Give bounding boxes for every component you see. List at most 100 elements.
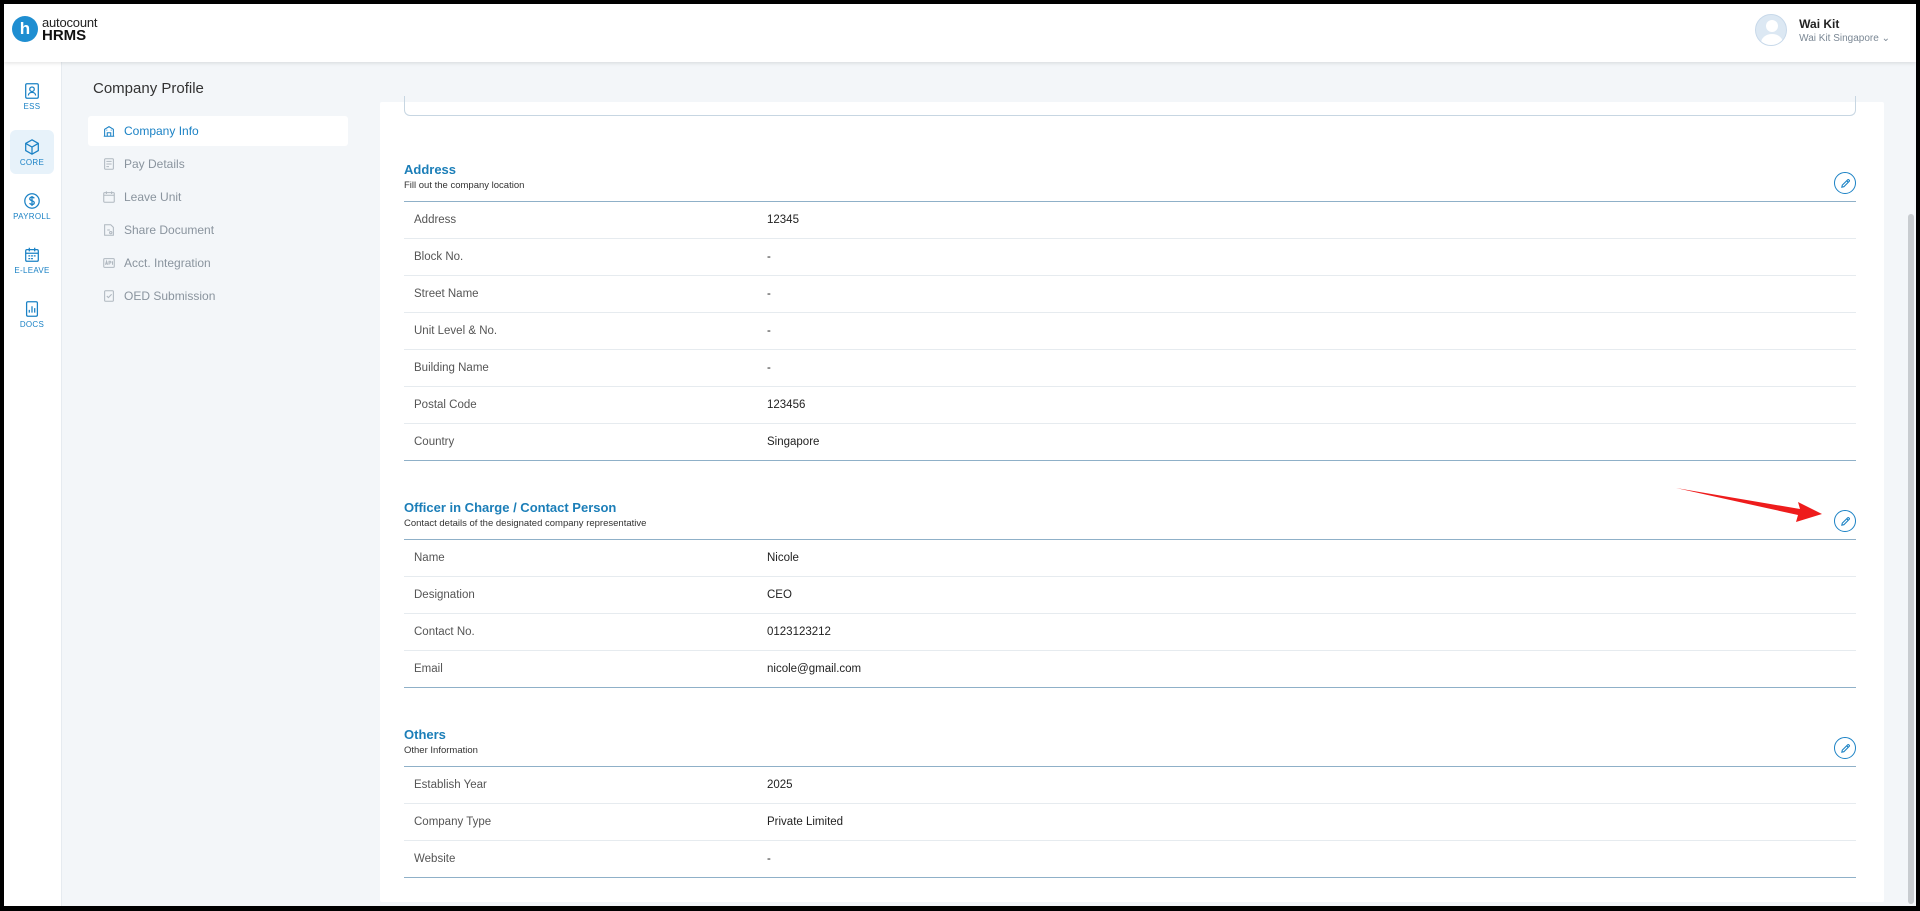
company-profile-submenu: Company Info Pay Details Leave Unit Shar…: [88, 116, 348, 314]
api-icon: [103, 258, 115, 268]
table-row: Contact No. 0123123212: [404, 614, 1856, 651]
row-label: Building Name: [414, 362, 489, 374]
row-value: 123456: [767, 399, 806, 411]
submenu-label: Acct. Integration: [124, 256, 211, 270]
submenu-item-oed-submission[interactable]: OED Submission: [88, 281, 348, 311]
submenu-label: Company Info: [124, 124, 199, 138]
section-title: Address: [404, 162, 457, 177]
row-value: -: [767, 251, 771, 263]
submenu-item-leave-unit[interactable]: Leave Unit: [88, 182, 348, 212]
section-header: Officer in Charge / Contact Person Conta…: [404, 500, 1856, 540]
row-label: Country: [414, 436, 455, 448]
table-row: Website -: [404, 841, 1856, 878]
row-value: Nicole: [767, 552, 799, 564]
table-row: Address 12345: [404, 202, 1856, 239]
pencil-icon: [1840, 178, 1850, 188]
row-value: -: [767, 362, 771, 374]
payroll-icon: [24, 192, 40, 209]
table-row: Building Name -: [404, 350, 1856, 387]
app-logo[interactable]: h autocount HRMS: [12, 16, 98, 44]
rail-item-eleave[interactable]: E-LEAVE: [10, 238, 54, 282]
row-value: Singapore: [767, 436, 820, 448]
row-value: 12345: [767, 214, 799, 226]
others-section: Others Other Information Establish Year 2…: [404, 727, 1856, 878]
previous-section-box: [404, 96, 1856, 116]
page-scrollbar[interactable]: [1908, 214, 1914, 904]
row-label: Name: [414, 552, 445, 564]
ess-icon: [25, 82, 39, 99]
submenu-item-company-info[interactable]: Company Info: [88, 116, 348, 146]
table-row: Country Singapore: [404, 424, 1856, 461]
rail-item-docs[interactable]: DOCS: [10, 292, 54, 336]
row-value: CEO: [767, 589, 792, 601]
row-label: Company Type: [414, 816, 492, 828]
submenu-label: Leave Unit: [124, 190, 182, 204]
row-label: Establish Year: [414, 779, 487, 791]
submission-icon: [104, 290, 114, 302]
submenu-label: OED Submission: [124, 289, 216, 303]
edit-address-button[interactable]: [1834, 172, 1856, 194]
row-label: Address: [414, 214, 457, 226]
others-rows: Establish Year 2025 Company Type Private L…: [404, 767, 1856, 878]
module-rail: ESS CORE PAYROLL E-LEAVE DOCS: [4, 62, 62, 906]
section-header: Address Fill out the company location: [404, 162, 1856, 202]
rail-label: ESS: [23, 101, 41, 111]
submenu-label: Share Document: [124, 223, 215, 237]
row-value: nicole@gmail.com: [767, 663, 862, 675]
user-org[interactable]: Wai Kit Singapore ⌄: [1799, 33, 1890, 44]
row-label: Email: [414, 663, 443, 675]
app-frame: h autocount HRMS Wai Kit Wai Kit Singapo…: [4, 4, 1916, 906]
officer-section: Officer in Charge / Contact Person Conta…: [404, 500, 1856, 688]
pencil-icon: [1840, 516, 1850, 526]
submenu-item-share-document[interactable]: Share Document: [88, 215, 348, 245]
row-label: Contact No.: [414, 626, 475, 638]
row-value: 2025: [767, 779, 793, 791]
row-value: -: [767, 853, 771, 865]
chevron-down-icon: ⌄: [1881, 32, 1890, 44]
pay-icon: [104, 158, 114, 170]
row-label: Designation: [414, 589, 475, 601]
table-row: Block No. -: [404, 239, 1856, 276]
row-label: Website: [414, 853, 456, 865]
logo-product: HRMS: [42, 27, 87, 44]
building-icon: [103, 126, 115, 137]
edit-officer-button[interactable]: [1834, 510, 1856, 532]
address-section: Address Fill out the company location Ad…: [404, 162, 1856, 461]
core-icon: [25, 138, 39, 155]
submenu-item-acct-integration[interactable]: Acct. Integration: [88, 248, 348, 278]
rail-item-payroll[interactable]: PAYROLL: [10, 184, 54, 228]
user-name: Wai Kit: [1799, 16, 1840, 31]
row-value: -: [767, 325, 771, 337]
section-subtitle: Contact details of the designated compan…: [404, 518, 647, 529]
row-label: Postal Code: [414, 399, 477, 411]
section-title: Officer in Charge / Contact Person: [404, 500, 617, 515]
table-row: Establish Year 2025: [404, 767, 1856, 804]
table-row: Street Name -: [404, 276, 1856, 313]
address-rows: Address 12345 Block No. - Street Name - Uni…: [404, 202, 1856, 461]
top-header: h autocount HRMS Wai Kit Wai Kit Singapo…: [4, 4, 1916, 62]
rail-label: DOCS: [19, 319, 45, 329]
officer-rows: Name Nicole Designation CEO Contact No. 012…: [404, 540, 1856, 688]
edit-others-button[interactable]: [1834, 737, 1856, 759]
table-row: Email nicole@gmail.com: [404, 651, 1856, 688]
table-row: Name Nicole: [404, 540, 1856, 577]
company-info-card: Address Fill out the company location Ad…: [380, 96, 1884, 902]
rail-item-core[interactable]: CORE: [10, 130, 54, 174]
table-row: Unit Level & No. -: [404, 313, 1856, 350]
table-row: Postal Code 123456: [404, 387, 1856, 424]
share-doc-icon: [104, 224, 114, 236]
user-menu[interactable]: Wai Kit Wai Kit Singapore ⌄: [1755, 14, 1890, 46]
calendar-icon: [25, 247, 39, 262]
submenu-label: Pay Details: [124, 157, 185, 171]
table-row: Company Type Private Limited: [404, 804, 1856, 841]
row-label: Street Name: [414, 288, 479, 300]
avatar[interactable]: [1755, 14, 1788, 46]
row-value: Private Limited: [767, 816, 844, 828]
section-subtitle: Other Information: [404, 745, 478, 756]
leave-icon: [103, 191, 115, 203]
section-header: Others Other Information: [404, 727, 1856, 767]
table-row: Designation CEO: [404, 577, 1856, 614]
rail-item-ess[interactable]: ESS: [10, 74, 54, 118]
submenu-item-pay-details[interactable]: Pay Details: [88, 149, 348, 179]
docs-icon: [25, 300, 39, 317]
